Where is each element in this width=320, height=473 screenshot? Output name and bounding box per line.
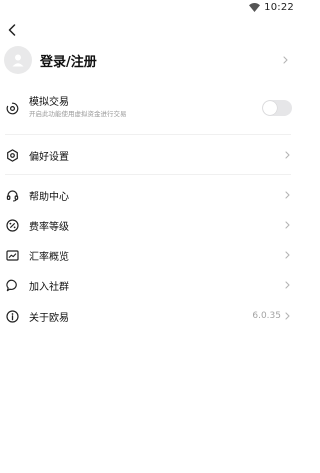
login-register-row[interactable]: 登录/注册 (0, 45, 296, 75)
info-icon (5, 309, 19, 323)
menu-item-about[interactable]: 关于欧易 6.0.35 (0, 307, 296, 325)
chevron-right-icon (285, 221, 290, 229)
menu-item-help-center[interactable]: 帮助中心 (0, 186, 296, 204)
app-version: 6.0.35 (252, 311, 281, 321)
divider (5, 134, 291, 135)
menu-item-fee-level[interactable]: 费率等级 (0, 216, 296, 234)
back-button[interactable] (4, 22, 20, 38)
chevron-right-icon (285, 281, 290, 289)
wifi-icon (249, 2, 261, 12)
user-avatar-icon (4, 46, 32, 74)
chevron-right-icon (285, 151, 290, 159)
chevron-right-icon (285, 251, 290, 259)
menu-label-help-center: 帮助中心 (29, 191, 69, 203)
simulation-icon (5, 101, 19, 115)
menu-item-exchange-rates[interactable]: 汇率概览 (0, 246, 296, 264)
menu-label-exchange-rates: 汇率概览 (29, 251, 69, 263)
login-register-label: 登录/注册 (40, 54, 97, 70)
simulated-trading-title: 模拟交易 (29, 97, 69, 108)
status-bar: 10:22 (0, 0, 296, 14)
chat-icon (5, 278, 19, 292)
status-time: 10:22 (264, 1, 294, 13)
chevron-right-icon (285, 312, 290, 320)
exchange-chart-icon (5, 248, 19, 262)
menu-label-join-community: 加入社群 (29, 281, 69, 293)
chevron-right-icon (283, 56, 288, 64)
menu-label-about: 关于欧易 (29, 312, 69, 324)
chevron-right-icon (285, 191, 290, 199)
toggle-knob (263, 101, 277, 115)
menu-item-preferences[interactable]: 偏好设置 (0, 146, 296, 164)
gear-icon (5, 148, 19, 162)
menu-label-fee-level: 费率等级 (29, 221, 69, 233)
simulated-trading-row: 模拟交易 开启此功能使用虚拟资金进行交易 (0, 96, 296, 120)
divider (5, 174, 291, 175)
simulated-trading-toggle[interactable] (262, 100, 292, 116)
percent-icon (5, 218, 19, 232)
headset-icon (5, 188, 19, 202)
menu-label-preferences: 偏好设置 (29, 151, 69, 163)
simulated-trading-subtitle: 开启此功能使用虚拟资金进行交易 (29, 110, 127, 118)
chevron-left-icon (8, 24, 16, 36)
menu-item-join-community[interactable]: 加入社群 (0, 276, 296, 294)
